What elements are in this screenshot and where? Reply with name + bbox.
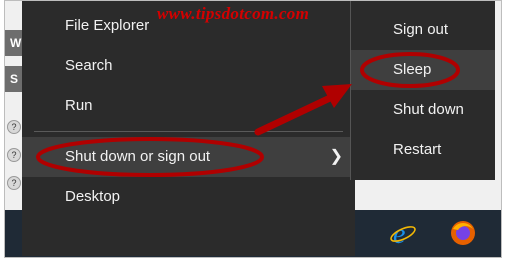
annotation-arrow-shaft bbox=[254, 94, 334, 136]
watermark-text: www.tipsdotcom.com bbox=[157, 4, 310, 23]
screenshot: W S ? ? ? e File Explorer Search Run Shu… bbox=[0, 0, 508, 268]
highlight-ellipse-sleep bbox=[360, 52, 460, 88]
tutorial-annotations bbox=[36, 52, 460, 177]
highlight-ellipse-shut-down bbox=[36, 137, 264, 177]
